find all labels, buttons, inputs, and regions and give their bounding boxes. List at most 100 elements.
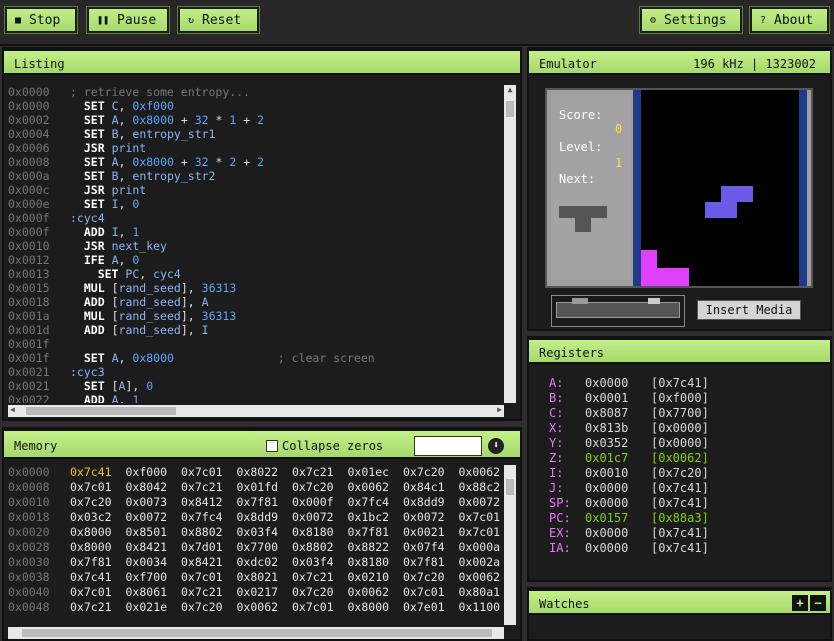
listing-title-bar: Listing: [4, 49, 520, 75]
memory-word: 0x8412: [181, 495, 223, 509]
drive-led: [648, 298, 660, 304]
memory-row-address: 0x0018: [8, 510, 50, 524]
emulator-screen[interactable]: Score: 0 Level: 1 Next:: [545, 88, 813, 288]
listing-scrollbar-vertical[interactable]: ▲: [504, 85, 516, 403]
listing-line[interactable]: 0x0006 JSR print: [8, 141, 504, 155]
settings-button[interactable]: ⚙ Settings: [639, 6, 743, 34]
listing-line[interactable]: 0x001f: [8, 337, 504, 351]
memory-title: Memory: [14, 439, 58, 453]
listing-line[interactable]: 0x000e SET I, 0: [8, 197, 504, 211]
listing-line-address: 0x0013: [8, 267, 50, 281]
register-row: A: 0x0000 [0x7c41]: [549, 376, 819, 391]
listing-code[interactable]: 0x0000; retrieve some entropy... 0x0000 S…: [8, 85, 504, 403]
memory-hscroll-thumb[interactable]: [22, 629, 492, 637]
memory-word: 0x8802: [292, 540, 334, 554]
listing-hscroll-thumb[interactable]: [26, 407, 176, 415]
listing-scroll-thumb[interactable]: [506, 101, 514, 117]
scroll-right-arrow-icon[interactable]: ▶: [497, 405, 502, 414]
listing-line[interactable]: 0x0021:cyc3: [8, 365, 504, 379]
register-name: B:: [549, 391, 564, 405]
register-value: 0x8087: [585, 406, 629, 420]
listing-line[interactable]: 0x0013 SET PC, cyc4: [8, 267, 504, 281]
memory-row-address: 0x0010: [8, 495, 50, 509]
listing-line[interactable]: 0x0012 IFE A, 0: [8, 253, 504, 267]
listing-line-code: SET B, entropy_str2: [83, 169, 216, 183]
placed-block-row: [641, 268, 689, 286]
listing-line[interactable]: 0x0004 SET B, entropy_str1: [8, 127, 504, 141]
listing-line[interactable]: 0x000a SET B, entropy_str2: [8, 169, 504, 183]
listing-line-address: 0x0000: [8, 99, 50, 113]
listing-line[interactable]: 0x001f SET A, 0x8000 ; clear screen: [8, 351, 504, 365]
reset-button[interactable]: ↻ Reset: [177, 6, 260, 34]
memory-title-bar: Memory Collapse zeros ⬇: [4, 429, 520, 459]
listing-line[interactable]: 0x0000 ; retrieve some entropy...: [8, 85, 504, 99]
memory-scrollbar-vertical[interactable]: [504, 465, 516, 625]
listing-line-code: ADD [rand_seed], A: [83, 295, 209, 309]
insert-media-button[interactable]: Insert Media: [697, 300, 801, 320]
listing-scrollbar-horizontal[interactable]: ▶ ◀: [8, 405, 504, 417]
listing-line-address: 0x0021: [8, 379, 50, 393]
falling-piece-bottom: [705, 202, 737, 218]
disk-slot: [556, 302, 680, 318]
memory-scroll-thumb[interactable]: [506, 479, 514, 495]
register-name: I:: [549, 466, 564, 480]
memory-word: 0x0072: [292, 510, 334, 524]
listing-line-code: SET C, 0xf000: [83, 99, 174, 113]
listing-line[interactable]: 0x0022 ADD A, 1: [8, 393, 504, 403]
scroll-left-arrow-icon[interactable]: ◀: [10, 405, 15, 414]
memory-word: 0x03f4: [292, 555, 334, 569]
pause-button[interactable]: ❚❚ Pause: [86, 6, 170, 34]
memory-row-address: 0x0038: [8, 570, 50, 584]
listing-line-address: 0x0015: [8, 281, 50, 295]
watches-title-bar: Watches + −: [529, 589, 830, 615]
memory-word: 0x0073: [125, 495, 168, 509]
listing-line[interactable]: 0x0002 SET A, 0x8000 + 32 * 1 + 2: [8, 113, 504, 127]
watches-title: Watches: [539, 597, 590, 611]
toolbar: ■ Stop ❚❚ Pause ↻ Reset ⚙ Settings ? About: [0, 0, 834, 46]
emulator-panel: Emulator 196 kHz | 1323002 Score: 0 Leve…: [527, 47, 832, 331]
memory-row: 0x0030 0x7f81 0x0034 0x8421 0xdc02 0x03f4 0x81…: [8, 555, 504, 570]
listing-line[interactable]: 0x0018 ADD [rand_seed], A: [8, 295, 504, 309]
listing-line[interactable]: 0x000f ADD I, 1: [8, 225, 504, 239]
memory-row: 0x0020 0x8000 0x8501 0x8802 0x03f4 0x8180 0x7f…: [8, 525, 504, 540]
memory-scrollbar-horizontal[interactable]: [8, 627, 504, 639]
memory-dump[interactable]: 0x0000 0x7c41 0xf000 0x7c01 0x8022 0x7c21 0x01…: [8, 465, 504, 625]
listing-line[interactable]: 0x0021 SET [A], 0: [8, 379, 504, 393]
listing-line-address: 0x000f: [8, 225, 50, 239]
memory-word: 0x7c41: [70, 570, 112, 584]
about-button[interactable]: ? About: [749, 6, 830, 34]
memory-address-input[interactable]: [414, 436, 482, 456]
listing-line-code: SET PC, cyc4: [97, 267, 181, 281]
remove-watch-button[interactable]: −: [810, 595, 826, 611]
listing-line[interactable]: 0x000c JSR print: [8, 183, 504, 197]
reset-label: Reset: [202, 12, 242, 28]
memory-word: 0x7c01: [458, 525, 501, 539]
memory-word: 0x01fd: [236, 480, 279, 494]
add-watch-button[interactable]: +: [792, 595, 808, 611]
listing-line[interactable]: 0x001d ADD [rand_seed], I: [8, 323, 504, 337]
collapse-zeros-toggle[interactable]: Collapse zeros: [266, 431, 383, 461]
listing-line-code: SET A, 0x8000 + 32 * 2 + 2: [83, 155, 265, 169]
listing-line[interactable]: 0x0010 JSR next_key: [8, 239, 504, 253]
scroll-up-arrow-icon[interactable]: ▲: [504, 85, 516, 97]
memory-word: 0x0034: [125, 555, 168, 569]
listing-line[interactable]: 0x0015 MUL [rand_seed], 36313: [8, 281, 504, 295]
register-value: 0x0010: [585, 466, 629, 480]
memory-word: 0x8042: [125, 480, 168, 494]
register-row: I: 0x0010 [0x7c20]: [549, 466, 819, 481]
memory-word: 0x0062: [347, 585, 390, 599]
go-down-icon[interactable]: ⬇: [488, 438, 504, 454]
memory-word: 0x7fc4: [181, 510, 223, 524]
collapse-zeros-checkbox[interactable]: [266, 440, 278, 452]
register-pointer-value: [0x7c41]: [651, 376, 709, 390]
register-name: J:: [549, 481, 564, 495]
listing-line[interactable]: 0x000f:cyc4: [8, 211, 504, 225]
memory-row-address: 0x0020: [8, 525, 50, 539]
listing-line[interactable]: 0x0000 SET C, 0xf000: [8, 99, 504, 113]
listing-line[interactable]: 0x001a MUL [rand_seed], 36313: [8, 309, 504, 323]
listing-line[interactable]: 0x0008 SET A, 0x8000 + 32 * 2 + 2: [8, 155, 504, 169]
floppy-drive[interactable]: [551, 295, 685, 327]
memory-word: 0xf700: [125, 570, 168, 584]
stop-button[interactable]: ■ Stop: [4, 6, 78, 34]
memory-word: 0x7c01: [181, 465, 223, 479]
